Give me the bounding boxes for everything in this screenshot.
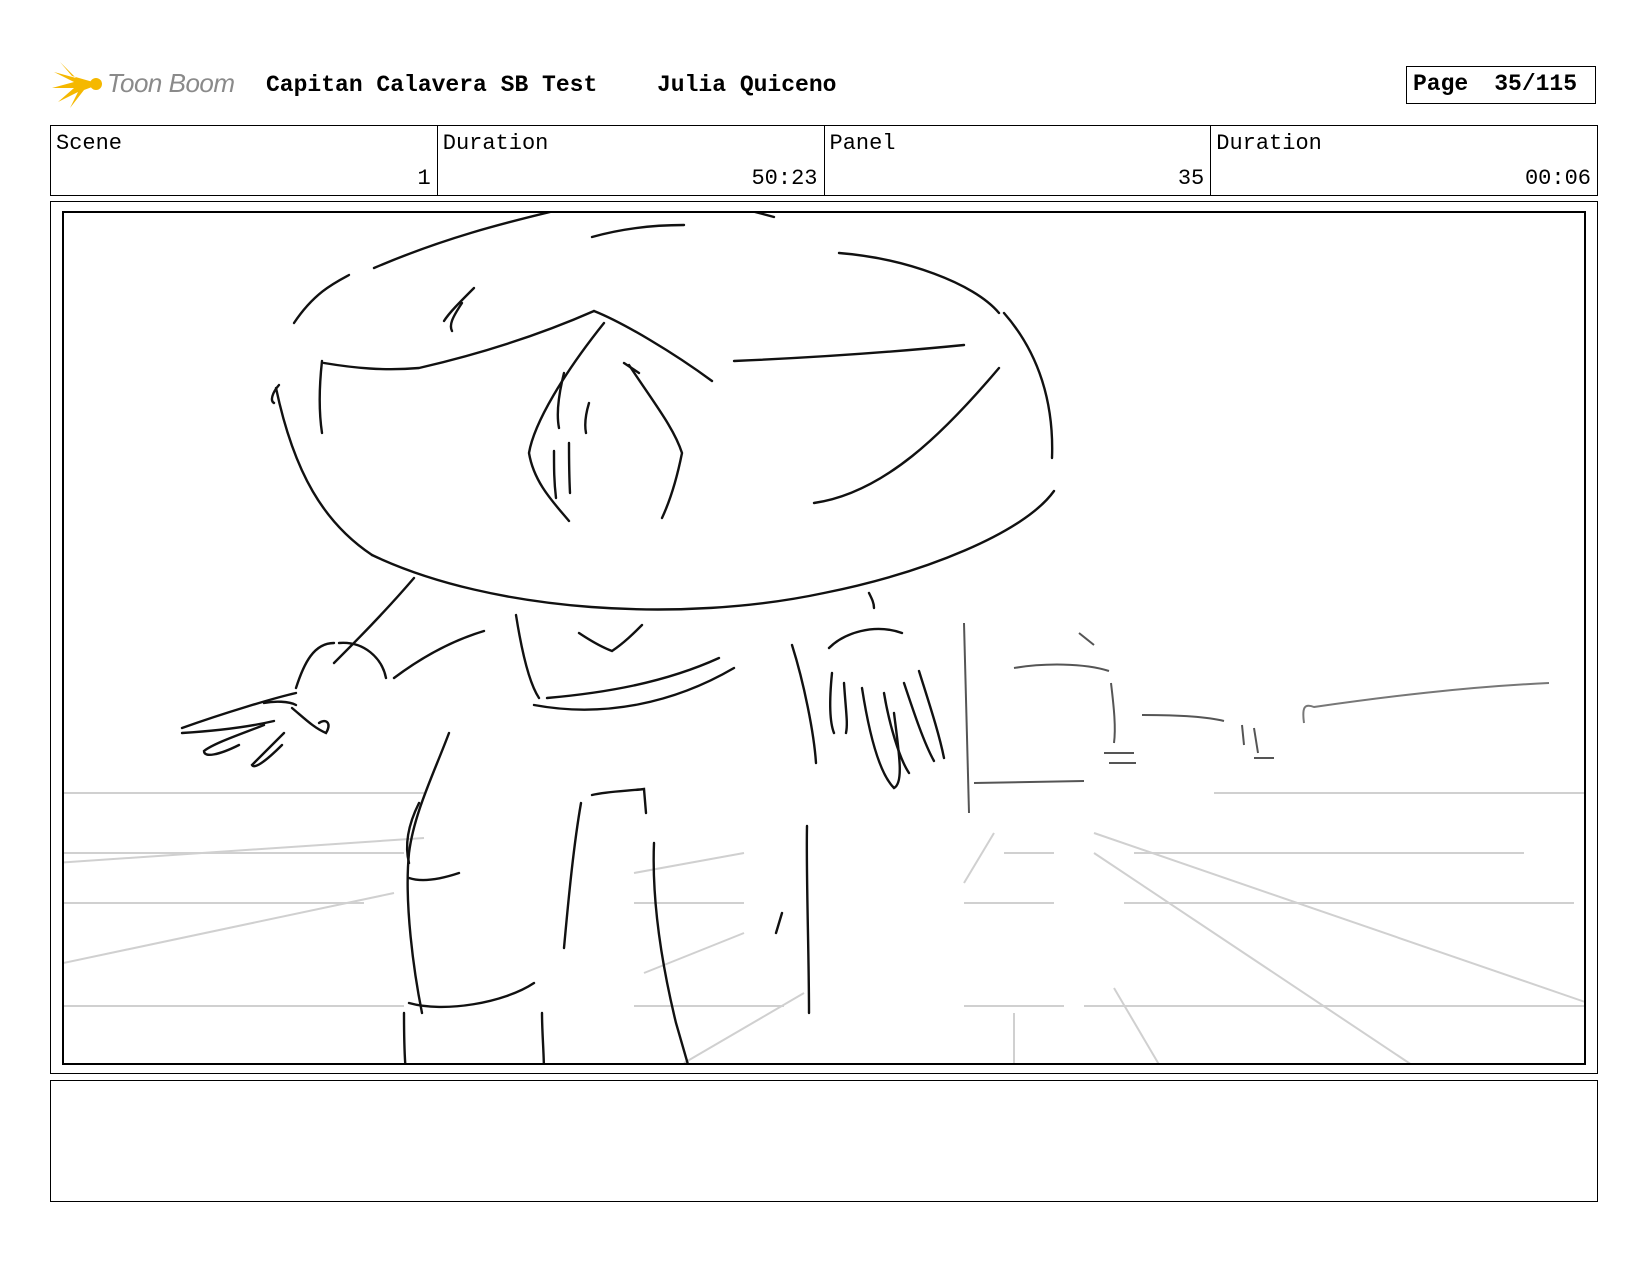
storyboard-panel-image <box>62 211 1586 1065</box>
starburst-icon <box>52 62 102 108</box>
background-buildings <box>963 622 1550 814</box>
page-indicator: Page 35/115 <box>1406 66 1596 104</box>
logo-text: Toon Boom <box>107 68 235 98</box>
panel-duration-cell: Duration 00:06 <box>1211 126 1597 195</box>
page-number: 35/115 <box>1494 71 1578 97</box>
panel-duration-value: 00:06 <box>1524 166 1591 191</box>
character-sketch <box>180 213 1056 1063</box>
panel-cell: Panel 35 <box>825 126 1212 195</box>
panel-label: Panel <box>829 131 896 156</box>
project-title: Capitan Calavera SB Test <box>266 72 598 98</box>
panel-sketch <box>64 213 1584 1063</box>
scene-label: Scene <box>56 131 123 156</box>
scene-value: 1 <box>417 166 431 191</box>
panel-duration-label: Duration <box>1216 131 1322 156</box>
artist-name: Julia Quiceno <box>657 72 837 98</box>
panel-info-table: Scene 1 Duration 50:23 Panel 35 Duration… <box>50 125 1598 196</box>
perspective-guides <box>64 792 1584 1063</box>
scene-duration-value: 50:23 <box>751 166 818 191</box>
storyboard-panel-frame <box>50 201 1598 1074</box>
toon-boom-logo: Toon Boom <box>52 58 252 114</box>
scene-duration-cell: Duration 50:23 <box>438 126 825 195</box>
page-label: Page <box>1413 71 1469 97</box>
scene-cell: Scene 1 <box>51 126 438 195</box>
panel-value: 35 <box>1177 166 1205 191</box>
panel-notes-box <box>50 1080 1598 1202</box>
scene-duration-label: Duration <box>442 131 549 156</box>
